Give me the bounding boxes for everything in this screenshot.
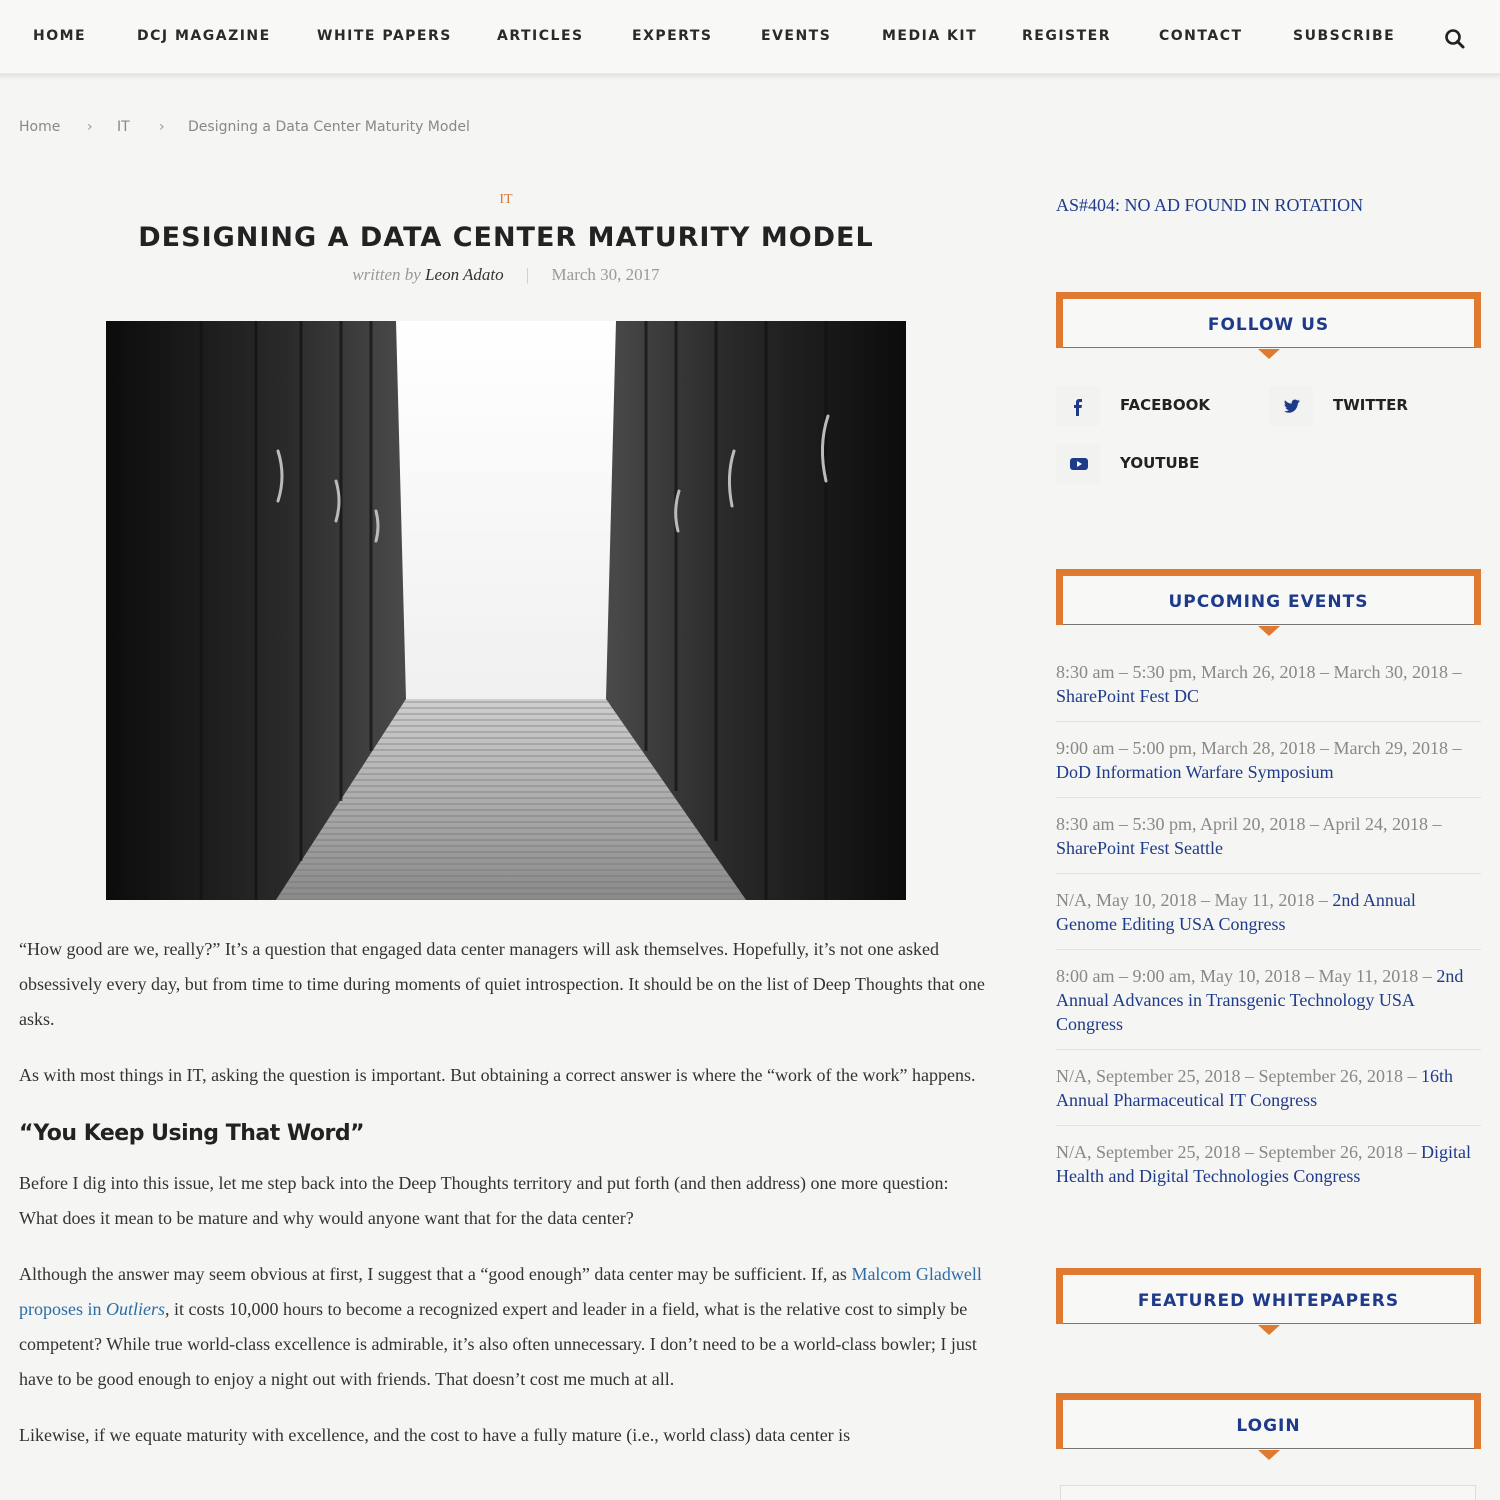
social-youtube[interactable]: YOUTUBE — [1056, 444, 1256, 484]
nav-experts[interactable]: EXPERTS — [632, 28, 712, 44]
nav-media-kit[interactable]: MEDIA KIT — [882, 28, 977, 44]
event-item: 8:30 am – 5:30 pm, April 20, 2018 – Apri… — [1056, 812, 1481, 874]
nav-articles[interactable]: ARTICLES — [497, 28, 584, 44]
social-label: YOUTUBE — [1120, 454, 1200, 472]
author-link[interactable]: Leon Adato — [425, 265, 504, 284]
byline-divider: | — [525, 265, 530, 284]
top-navigation: HOME DCJ MAGAZINE WHITE PAPERS ARTICLES … — [0, 0, 1500, 76]
nav-subscribe[interactable]: SUBSCRIBE — [1293, 28, 1395, 44]
paragraph: Although the answer may seem obvious at … — [19, 1257, 987, 1397]
caret-down-icon — [1257, 1325, 1280, 1335]
paragraph: Before I dig into this issue, let me ste… — [19, 1173, 949, 1228]
event-time: 9:00 am – 5:00 pm, March 28, 2018 – Marc… — [1056, 738, 1462, 758]
event-item: 8:00 am – 9:00 am, May 10, 2018 – May 11… — [1056, 964, 1481, 1050]
event-item: N/A, September 25, 2018 – September 26, … — [1056, 1140, 1481, 1201]
written-by-label: written by — [352, 265, 421, 284]
nav-white-papers[interactable]: WHITE PAPERS — [317, 28, 452, 44]
article-category[interactable]: IT — [0, 192, 1012, 208]
event-link[interactable]: SharePoint Fest DC — [1056, 686, 1199, 706]
nav-home[interactable]: HOME — [33, 28, 86, 44]
paragraph: Likewise, if we equate maturity with exc… — [19, 1425, 851, 1445]
twitter-icon — [1269, 386, 1313, 426]
link-text-italic: Outliers — [106, 1299, 166, 1319]
youtube-icon — [1056, 444, 1100, 484]
event-time: 8:30 am – 5:30 pm, March 26, 2018 – Marc… — [1056, 662, 1462, 682]
widget-title-text: FEATURED WHITEPAPERS — [1063, 1275, 1474, 1324]
server-aisle-illustration — [106, 321, 906, 900]
widget-title-text: LOGIN — [1063, 1400, 1474, 1449]
caret-down-icon — [1257, 1450, 1280, 1460]
nav-events[interactable]: EVENTS — [761, 28, 831, 44]
nav-dcj-magazine[interactable]: DCJ MAGAZINE — [137, 28, 271, 44]
breadcrumb-current: Designing a Data Center Maturity Model — [188, 119, 470, 135]
nav-register[interactable]: REGISTER — [1022, 28, 1111, 44]
event-link[interactable]: DoD Information Warfare Symposium — [1056, 762, 1334, 782]
event-time: N/A, May 10, 2018 – May 11, 2018 – — [1056, 890, 1333, 910]
upcoming-events-widget-title: UPCOMING EVENTS — [1056, 569, 1481, 636]
social-facebook[interactable]: FACEBOOK — [1056, 386, 1256, 426]
event-time: 8:00 am – 9:00 am, May 10, 2018 – May 11… — [1056, 966, 1437, 986]
breadcrumb-category[interactable]: IT — [117, 119, 130, 135]
caret-down-icon — [1257, 349, 1280, 359]
event-item: 9:00 am – 5:00 pm, March 28, 2018 – Marc… — [1056, 736, 1481, 798]
breadcrumb-home[interactable]: Home — [19, 119, 60, 135]
widget-title-text: FOLLOW US — [1063, 299, 1474, 348]
paragraph: “How good are we, really?” It’s a questi… — [19, 939, 985, 1029]
chevron-right-icon: › — [87, 119, 93, 135]
event-time: 8:30 am – 5:30 pm, April 20, 2018 – Apri… — [1056, 814, 1442, 834]
events-list: 8:30 am – 5:30 pm, March 26, 2018 – Marc… — [1056, 660, 1481, 1215]
event-time: N/A, September 25, 2018 – September 26, … — [1056, 1142, 1421, 1162]
article-byline: written by Leon Adato | March 30, 2017 — [0, 265, 1012, 285]
section-heading: “You Keep Using That Word” — [19, 1121, 365, 1146]
social-twitter[interactable]: TWITTER — [1269, 386, 1469, 426]
paragraph: As with most things in IT, asking the qu… — [19, 1065, 976, 1085]
event-link[interactable]: SharePoint Fest Seattle — [1056, 838, 1223, 858]
follow-us-widget-title: FOLLOW US — [1056, 292, 1481, 359]
login-widget-title: LOGIN — [1056, 1393, 1481, 1460]
event-time: N/A, September 25, 2018 – September 26, … — [1056, 1066, 1421, 1086]
paragraph-text: Although the answer may seem obvious at … — [19, 1264, 852, 1284]
widget-title-text: UPCOMING EVENTS — [1063, 576, 1474, 625]
event-item: N/A, May 10, 2018 – May 11, 2018 – 2nd A… — [1056, 888, 1481, 950]
chevron-right-icon: › — [159, 119, 165, 135]
facebook-icon — [1056, 386, 1100, 426]
social-label: TWITTER — [1333, 396, 1408, 414]
event-item: N/A, September 25, 2018 – September 26, … — [1056, 1064, 1481, 1126]
search-icon[interactable] — [1444, 28, 1466, 50]
article-body: “How good are we, really?” It’s a questi… — [19, 932, 987, 1474]
ad-placeholder-link[interactable]: AS#404: NO AD FOUND IN ROTATION — [1056, 195, 1363, 216]
article-hero-image — [106, 321, 906, 900]
page-title: DESIGNING A DATA CENTER MATURITY MODEL — [138, 222, 874, 253]
event-item: 8:30 am – 5:30 pm, March 26, 2018 – Marc… — [1056, 660, 1481, 722]
featured-whitepapers-widget-title: FEATURED WHITEPAPERS — [1056, 1268, 1481, 1335]
article-date: March 30, 2017 — [551, 265, 660, 284]
social-label: FACEBOOK — [1120, 396, 1210, 414]
caret-down-icon — [1257, 626, 1280, 636]
login-form-field[interactable] — [1060, 1485, 1476, 1500]
nav-contact[interactable]: CONTACT — [1159, 28, 1243, 44]
